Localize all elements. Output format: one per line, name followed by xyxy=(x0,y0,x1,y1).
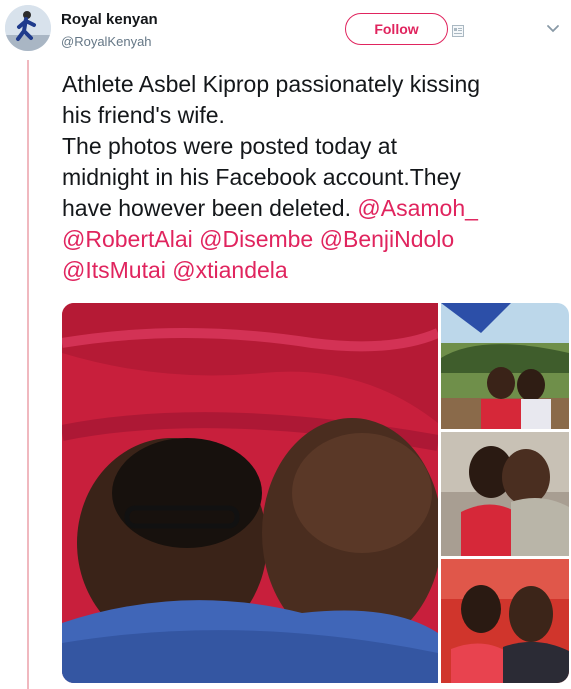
photo-middle-right[interactable] xyxy=(441,432,569,556)
tweet-line: @RobertAlai @Disembe @BenjiNdolo xyxy=(62,224,567,255)
mention-link[interactable]: @xtiandela xyxy=(172,257,287,283)
mention-link[interactable]: @Disembe xyxy=(199,226,313,252)
mention-link[interactable]: @Asamoh_ xyxy=(357,195,478,221)
mention-link[interactable]: @ItsMutai xyxy=(62,257,166,283)
mention-link[interactable]: @BenjiNdolo xyxy=(320,226,455,252)
tweet-card: Royal kenyan @RoyalKenyah Follow Athlete… xyxy=(0,0,571,689)
tweet-line: have however been deleted. @Asamoh_ xyxy=(62,193,567,224)
tweet-line: midnight in his Facebook account.They xyxy=(62,164,461,190)
thread-line xyxy=(27,60,29,689)
main-photo[interactable] xyxy=(62,303,438,683)
user-card-icon[interactable] xyxy=(452,25,464,37)
photo-top-right[interactable] xyxy=(441,303,569,429)
user-handle[interactable]: @RoyalKenyah xyxy=(61,34,152,49)
user-name[interactable]: Royal kenyan xyxy=(61,11,158,28)
tweet-line: The photos were posted today at xyxy=(62,133,397,159)
tweet-line: Athlete Asbel Kiprop passionately kissin… xyxy=(62,71,481,97)
avatar[interactable] xyxy=(5,5,51,51)
chevron-down-icon[interactable] xyxy=(546,24,560,34)
mention-link[interactable]: @RobertAlai xyxy=(62,226,193,252)
tweet-text-fragment: have however been deleted. xyxy=(62,195,358,221)
media-grid xyxy=(62,303,569,683)
follow-button[interactable]: Follow xyxy=(345,13,448,45)
tweet-line: @ItsMutai @xtiandela xyxy=(62,255,567,286)
photo-bottom-right[interactable] xyxy=(441,559,569,683)
runner-avatar-icon xyxy=(5,5,51,51)
tweet-line: his friend's wife. xyxy=(62,102,225,128)
tweet-text: Athlete Asbel Kiprop passionately kissin… xyxy=(62,69,567,286)
